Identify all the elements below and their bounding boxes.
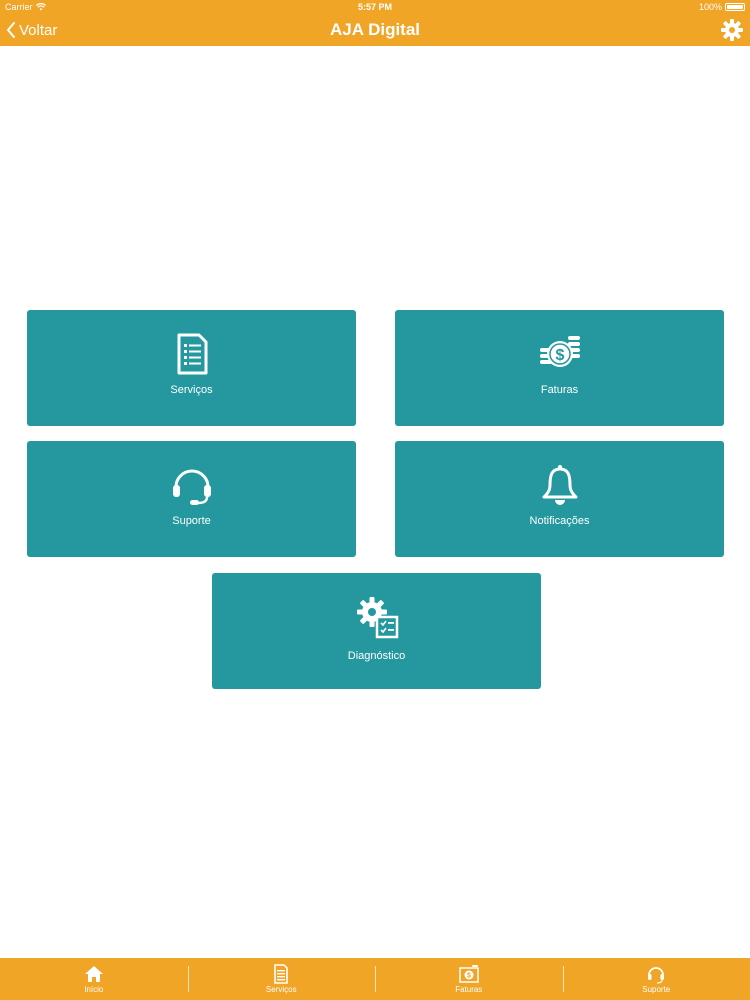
battery-indicator: 100% <box>699 2 745 12</box>
document-icon <box>274 964 289 984</box>
page-title: AJA Digital <box>329 20 421 39</box>
headset-icon <box>172 469 211 505</box>
bell-icon <box>542 465 577 505</box>
tile-notificacoes[interactable]: Notificações <box>395 441 724 557</box>
tile-label: Diagnóstico <box>347 650 406 662</box>
battery-icon <box>725 3 745 11</box>
home-icon <box>84 966 103 982</box>
tab-bar: Início Serviços $ Faturas Suporte <box>0 958 750 1000</box>
gear-icon <box>721 19 743 41</box>
tab-faturas[interactable]: $ Faturas <box>375 958 563 1000</box>
svg-text:$: $ <box>555 347 564 364</box>
coins-dollar-icon: $ <box>539 336 580 367</box>
status-bar: Carrier 5:57 PM 100% <box>0 0 750 14</box>
document-list-icon <box>177 333 207 375</box>
tab-suporte[interactable]: Suporte <box>562 958 750 1000</box>
tile-label: Notificações <box>529 515 590 527</box>
settings-button[interactable] <box>720 18 744 42</box>
headset-icon <box>648 967 665 984</box>
tab-label: Serviços <box>265 985 297 994</box>
tab-inicio[interactable]: Início <box>0 958 188 1000</box>
top-bar: Carrier 5:57 PM 100% Voltar AJA Digital <box>0 0 750 46</box>
tab-label: Suporte <box>642 985 671 994</box>
navigation-bar: Voltar AJA Digital <box>0 14 750 46</box>
tile-label: Serviços <box>170 384 213 396</box>
tab-servicos[interactable]: Serviços <box>187 958 376 1000</box>
battery-label: 100% <box>698 2 722 12</box>
svg-text:$: $ <box>467 973 471 980</box>
status-time: 5:57 PM <box>357 2 392 12</box>
tile-diagnostico[interactable]: Diagnóstico <box>212 573 541 689</box>
tab-label: Início <box>84 985 104 994</box>
gear-checklist-icon <box>356 597 398 639</box>
tile-label: Faturas <box>540 384 579 396</box>
coins-icon: $ <box>459 965 479 983</box>
tile-servicos[interactable]: Serviços <box>27 310 356 426</box>
tile-label: Suporte <box>172 515 211 527</box>
tab-label: Faturas <box>455 985 483 994</box>
tile-suporte[interactable]: Suporte <box>27 441 356 557</box>
tile-faturas[interactable]: $ Faturas <box>395 310 724 426</box>
